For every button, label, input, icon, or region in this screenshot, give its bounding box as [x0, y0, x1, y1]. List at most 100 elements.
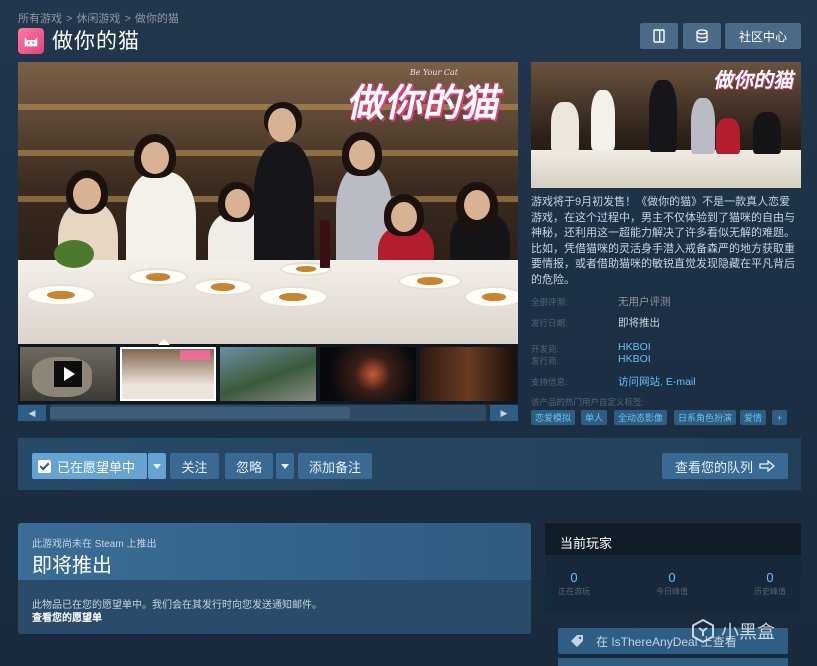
- all-reviews-label: 全部评测:: [531, 297, 568, 307]
- breadcrumb-separator: >: [124, 13, 131, 25]
- ignore-dropdown[interactable]: [276, 453, 294, 479]
- arrow-right-icon: [759, 460, 775, 472]
- figure-head: [268, 108, 296, 142]
- all-reviews-value: 无用户评测: [618, 296, 671, 308]
- figure: [753, 112, 781, 154]
- figure-head: [141, 142, 169, 174]
- figure: [691, 98, 715, 154]
- email-link[interactable]: E-mail: [666, 376, 696, 388]
- release-date-value: 即将推出: [618, 317, 660, 329]
- stat-today-peak-label: 今日峰值: [656, 587, 688, 596]
- community-hub-button[interactable]: 社区中心: [725, 23, 801, 49]
- breadcrumb-casual[interactable]: 休闲游戏: [76, 13, 120, 25]
- database-icon: [696, 29, 708, 43]
- main-screenshot[interactable]: Be Your Cat 做你的猫: [18, 62, 518, 344]
- tag-singleplayer[interactable]: 单人: [581, 410, 608, 425]
- game-icon: [18, 28, 44, 54]
- thumbnail-screenshot-1[interactable]: [120, 347, 216, 401]
- developer-label: 开发商:: [531, 344, 559, 354]
- tag-icon: [571, 635, 583, 647]
- breadcrumb-separator: >: [66, 13, 73, 25]
- review-button[interactable]: [640, 23, 678, 49]
- capsule-logo: 做你的猫: [712, 68, 798, 92]
- tag-jrpg[interactable]: 日系角色扮演: [674, 410, 737, 425]
- heybox-logo-icon: [692, 618, 714, 644]
- stat-playing-label: 正在游玩: [558, 587, 590, 596]
- developer-link[interactable]: HKBOI: [618, 341, 651, 353]
- follow-button[interactable]: 关注: [170, 453, 219, 479]
- stat-playing-value: 0: [570, 570, 578, 585]
- play-icon: [54, 361, 82, 387]
- cat-icon: [24, 37, 38, 47]
- release-date-label: 发行日期:: [531, 318, 568, 328]
- plate: [258, 286, 328, 308]
- figure-head: [391, 202, 417, 232]
- figure: [254, 142, 314, 272]
- figure: [649, 80, 677, 152]
- capsule-table: [531, 150, 801, 188]
- players-title: 当前玩家: [560, 536, 613, 551]
- tags-label: 该产品的热门用户自定义标签:: [531, 397, 644, 407]
- queue-label: 查看您的队列: [674, 459, 753, 475]
- thumbnail-screenshot-2[interactable]: [220, 347, 316, 401]
- breadcrumb: 所有游戏 > 休闲游戏 > 做你的猫: [18, 10, 179, 26]
- figure-head: [225, 189, 250, 218]
- plate: [193, 278, 253, 296]
- plate: [398, 272, 462, 290]
- thumbnail-video[interactable]: [20, 347, 116, 401]
- arrow-right-icon: ▶: [500, 407, 508, 418]
- tag-more-button[interactable]: +: [772, 410, 788, 425]
- figure: [551, 102, 579, 152]
- not-released-text: 此游戏尚未在 Steam 上推出: [32, 539, 157, 550]
- wishlist-dropdown[interactable]: [148, 453, 166, 479]
- breadcrumb-current[interactable]: 做你的猫: [135, 13, 179, 25]
- figure-head: [464, 190, 490, 220]
- coming-soon-title: 即将推出: [32, 555, 112, 577]
- review-icon: [653, 29, 665, 43]
- plate: [128, 268, 188, 286]
- watermark-text: 小黑盒: [721, 622, 775, 642]
- thumbnail-screenshot-4[interactable]: [420, 347, 516, 401]
- figure-head: [349, 140, 375, 170]
- plate: [464, 286, 518, 308]
- wine-bottle: [320, 220, 330, 268]
- ignore-button[interactable]: 忽略: [225, 453, 273, 479]
- figure: [716, 118, 740, 154]
- flower-arrangement: [54, 240, 94, 268]
- selected-thumb-marker: [158, 339, 170, 345]
- tag-fmv[interactable]: 全动态影像: [614, 410, 668, 425]
- tag-dating-sim[interactable]: 恋爱模拟: [531, 410, 576, 425]
- game-description: 游戏将于9月初发售！《做你的猫》不是一款真人恋爱游戏，在这个过程中，男主不仅体验…: [531, 196, 795, 286]
- stat-today-peak-value: 0: [668, 570, 676, 585]
- view-queue-button[interactable]: 查看您的队列: [662, 453, 788, 479]
- tag-romance[interactable]: 爱情: [740, 410, 767, 425]
- stat-alltime-peak-value: 0: [766, 570, 774, 585]
- scroll-right-button[interactable]: ▶: [490, 405, 518, 421]
- add-note-button[interactable]: 添加备注: [298, 453, 372, 479]
- extension-button[interactable]: [558, 658, 788, 666]
- checkbox-icon: [38, 459, 51, 473]
- breadcrumb-all-games[interactable]: 所有游戏: [18, 13, 62, 25]
- publisher-link[interactable]: HKBOI: [618, 353, 651, 365]
- stat-alltime-peak-label: 历史峰值: [754, 587, 786, 596]
- plate: [26, 284, 96, 306]
- figure-head: [73, 178, 101, 210]
- game-logo: 做你的猫: [344, 80, 507, 125]
- header-capsule-image: 做你的猫: [531, 62, 801, 188]
- website-link[interactable]: 访问网站: [618, 376, 660, 388]
- scroll-thumb[interactable]: [50, 407, 350, 419]
- chevron-down-icon: [153, 463, 161, 469]
- database-button[interactable]: [683, 23, 721, 49]
- wishlist-label: 已在愿望单中: [57, 459, 136, 475]
- thumbnail-strip: [18, 344, 518, 404]
- view-wishlist-link[interactable]: 查看您的愿望单: [32, 609, 102, 624]
- scroll-left-button[interactable]: ◀: [18, 405, 46, 421]
- watermark: 小黑盒: [690, 618, 775, 644]
- page-title: 做你的猫: [52, 30, 140, 53]
- publisher-label: 发行商:: [531, 356, 559, 366]
- support-links: 访问网站, E-mail: [618, 376, 696, 388]
- chevron-down-icon: [281, 463, 289, 469]
- thumbnail-screenshot-3[interactable]: [320, 347, 416, 401]
- thumbnail-logo: [180, 350, 210, 360]
- wishlist-button[interactable]: 已在愿望单中: [32, 453, 147, 479]
